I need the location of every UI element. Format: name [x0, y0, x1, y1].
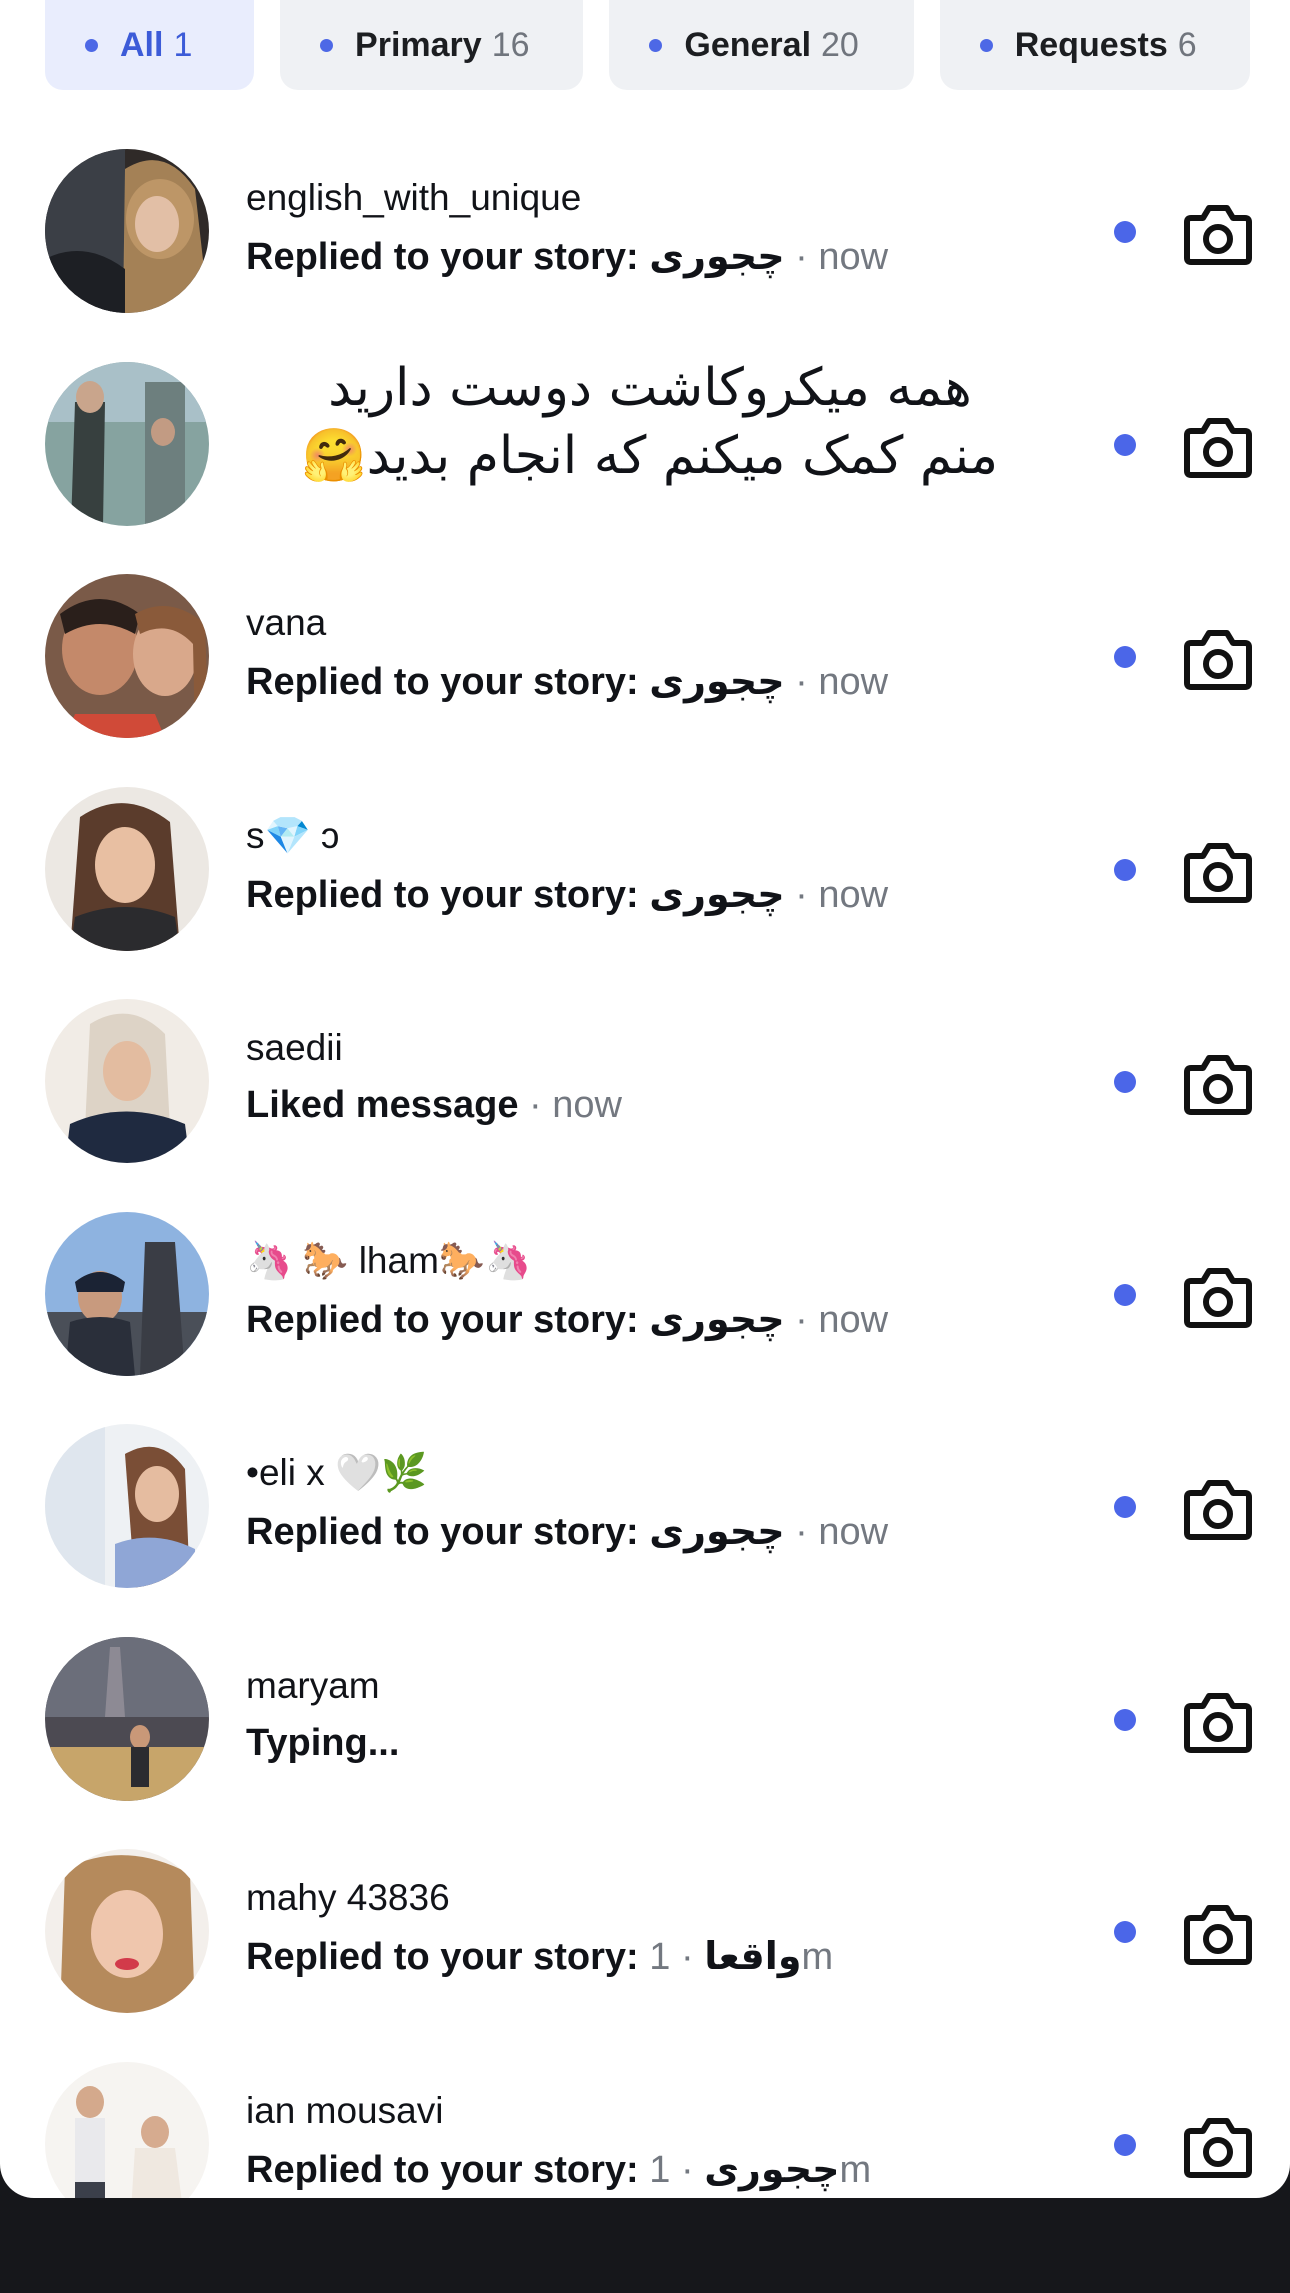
thread-name: english_with_unique [246, 177, 582, 218]
tab-dot-icon [85, 38, 98, 52]
camera-icon[interactable] [1183, 1690, 1253, 1754]
thread-preview: Replied to your story: چجوری · 1m [246, 2148, 872, 2191]
thread-preview: Replied to your story: چجوری · now [246, 1298, 889, 1341]
thread-name: saedii [246, 1027, 343, 1068]
thread-action: Replied to your story: چجوری [246, 2148, 840, 2191]
thread-time: now [818, 1511, 889, 1553]
camera-icon[interactable] [1183, 415, 1253, 479]
thread-list: english_with_unique Replied to your stor… [0, 125, 1290, 2198]
tab-label: Primary [355, 25, 482, 64]
tab-all[interactable]: All 1 [45, 0, 255, 90]
avatar[interactable] [45, 786, 209, 951]
thread-name: 🦄 🐎 lham🐎🦄 [246, 1239, 532, 1281]
avatar[interactable] [45, 574, 209, 738]
camera-icon[interactable] [1183, 202, 1253, 266]
tab-count: 20 [821, 25, 859, 64]
tab-label: Requests [1014, 25, 1168, 64]
thread-row[interactable]: ian mousavi Replied to your story: چجوری… [0, 2038, 1290, 2198]
camera-icon[interactable] [1183, 1902, 1253, 1966]
overlay-message-line: همه میکروکاشت دوست دارید [328, 357, 972, 418]
unread-dot [1114, 1071, 1136, 1093]
thread-preview: Replied to your story: چجوری · now [246, 661, 889, 703]
thread-name: mahy 43836 [246, 1877, 450, 1918]
thread-name: s💎 ɔ [246, 814, 340, 856]
unread-dot [1114, 646, 1136, 668]
thread-preview: Typing... [246, 1722, 399, 1765]
thread-time: now [818, 1298, 889, 1341]
inbox-screen: All 1 Primary 16 General 20 Requests 6 e… [0, 0, 1290, 2198]
avatar[interactable] [45, 1424, 209, 1588]
avatar[interactable] [45, 2061, 209, 2198]
thread-row[interactable]: english_with_unique Replied to your stor… [0, 125, 1290, 338]
inbox-filter-tabs: All 1 Primary 16 General 20 Requests 6 [45, 0, 1250, 90]
camera-icon[interactable] [1183, 840, 1253, 904]
camera-icon[interactable] [1183, 1052, 1253, 1116]
thread-row[interactable]: همه میکروکاشت دوست دارید منم کمک میکنم ک… [0, 338, 1290, 551]
avatar[interactable] [45, 1849, 209, 2013]
thread-row[interactable]: mahy 43836 Replied to your story: واقعا … [0, 1825, 1290, 2038]
thread-action: Liked message [246, 1084, 519, 1126]
tab-general[interactable]: General 20 [609, 0, 914, 90]
thread-row[interactable]: •eli x 🤍🌿 Replied to your story: چجوری ·… [0, 1400, 1290, 1613]
camera-icon[interactable] [1183, 1477, 1253, 1541]
camera-icon[interactable] [1183, 2115, 1253, 2179]
avatar[interactable] [45, 1636, 209, 1801]
thread-row[interactable]: saedii Liked message · now [0, 975, 1290, 1188]
tab-requests[interactable]: Requests 6 [939, 0, 1250, 90]
tab-primary[interactable]: Primary 16 [280, 0, 584, 90]
unread-dot [1114, 858, 1136, 881]
thread-row[interactable]: maryam Typing... [0, 1613, 1290, 1826]
camera-icon[interactable] [1183, 1265, 1253, 1329]
bottom-safe-area [0, 2198, 1290, 2293]
thread-action: Typing... [246, 1721, 400, 1764]
unread-dot [1114, 433, 1136, 456]
avatar[interactable] [45, 149, 209, 313]
tab-label: All [120, 25, 164, 64]
thread-time: now [818, 661, 889, 703]
thread-preview: Replied to your story: چجوری · now [246, 236, 889, 278]
overlay-message: همه میکروکاشت دوست دارید منم کمک میکنم ک… [255, 354, 1045, 490]
thread-action: Replied to your story: چجوری [246, 873, 785, 916]
tab-label: General [684, 25, 812, 64]
avatar[interactable] [45, 999, 209, 1163]
tab-count: 16 [491, 25, 530, 64]
unread-dot [1114, 1708, 1136, 1731]
thread-preview: Liked message · now [246, 1084, 622, 1126]
thread-preview: Replied to your story: چجوری · now [246, 873, 889, 916]
camera-icon[interactable] [1183, 627, 1253, 691]
thread-time: now [818, 873, 889, 916]
thread-row[interactable]: vana Replied to your story: چجوری · now [0, 550, 1290, 763]
unread-dot [1114, 2133, 1136, 2156]
avatar[interactable] [45, 361, 209, 526]
thread-name: maryam [246, 1664, 380, 1706]
tab-count: 1 [173, 25, 193, 64]
thread-action: Replied to your story: چجوری [246, 661, 785, 703]
thread-action: Replied to your story: واقعا [246, 1936, 802, 1978]
thread-name: ian mousavi [246, 2089, 444, 2131]
thread-action: Replied to your story: چجوری [246, 1511, 785, 1553]
tab-dot-icon [320, 38, 334, 52]
thread-action: Replied to your story: چجوری [246, 1298, 785, 1341]
unread-dot [1114, 1496, 1136, 1518]
avatar[interactable] [45, 1211, 209, 1376]
unread-dot [1114, 221, 1136, 243]
thread-name: vana [246, 602, 327, 643]
thread-row[interactable]: s💎 ɔ Replied to your story: چجوری · now [0, 763, 1290, 976]
unread-dot [1114, 1921, 1136, 1943]
tab-dot-icon [979, 38, 993, 52]
thread-name: •eli x 🤍🌿 [246, 1452, 428, 1493]
overlay-message-line: منم کمک میکنم که انجام بدید🤗 [301, 425, 999, 486]
thread-action: Replied to your story: چجوری [246, 236, 785, 278]
thread-time: now [552, 1084, 622, 1126]
thread-time: now [818, 236, 889, 278]
tab-dot-icon [649, 38, 663, 52]
tab-count: 6 [1177, 25, 1197, 64]
thread-row[interactable]: 🦄 🐎 lham🐎🦄 Replied to your story: چجوری … [0, 1188, 1290, 1401]
thread-preview: Replied to your story: واقعا · 1m [246, 1936, 834, 1978]
thread-preview: Replied to your story: چجوری · now [246, 1511, 889, 1553]
unread-dot [1114, 1283, 1136, 1306]
